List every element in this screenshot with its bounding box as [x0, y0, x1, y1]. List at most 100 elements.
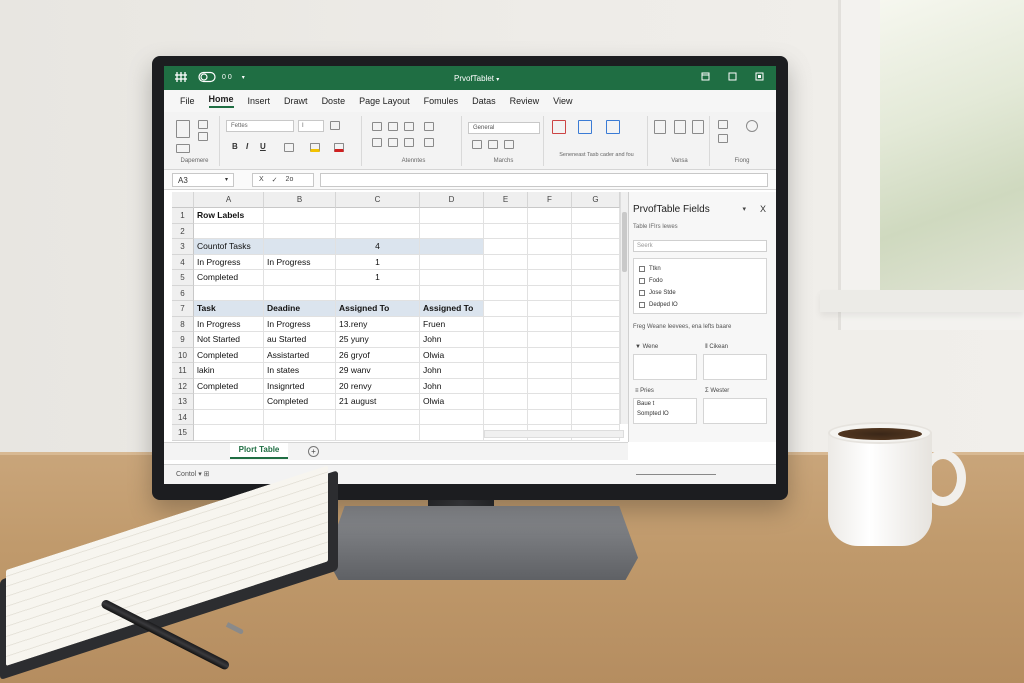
cell-f4[interactable] [528, 254, 572, 270]
select-all-corner[interactable] [172, 192, 194, 208]
row-header[interactable]: 1 [172, 208, 194, 224]
cell-d14[interactable] [420, 409, 484, 425]
cell-b7[interactable]: Deadine [264, 301, 336, 317]
cell-e2[interactable] [484, 223, 528, 239]
field-item[interactable]: Jose Stde [639, 287, 761, 299]
pane-options-icon[interactable]: ▾ [742, 205, 746, 213]
paste-icon[interactable] [176, 120, 190, 138]
font-name-box[interactable]: Fettes [226, 120, 294, 132]
row-header[interactable]: 13 [172, 394, 194, 410]
row-header[interactable]: 14 [172, 409, 194, 425]
cell-g12[interactable] [572, 378, 620, 394]
cell-g4[interactable] [572, 254, 620, 270]
increase-font-icon[interactable] [330, 121, 340, 130]
underline-button[interactable]: U [260, 142, 266, 151]
cell-a1[interactable]: Row Labels [194, 208, 264, 224]
cell-c11[interactable]: 29 wanv [336, 363, 420, 379]
cell-d15[interactable] [420, 425, 484, 441]
title-dropdown-icon[interactable]: ▾ [496, 77, 499, 83]
cancel-formula-button[interactable]: X [259, 176, 264, 184]
field-checkbox[interactable] [639, 290, 645, 296]
sheet-tab-pivot-table[interactable]: Plort Table [230, 443, 288, 459]
vertical-scrollbar[interactable] [620, 192, 628, 424]
cell-d13[interactable]: Olwia [420, 394, 484, 410]
wrap-text-icon[interactable] [424, 122, 434, 131]
toggle-icon[interactable] [198, 71, 216, 83]
cell-g2[interactable] [572, 223, 620, 239]
cell-b14[interactable] [264, 409, 336, 425]
cell-a5[interactable]: Completed [194, 270, 264, 286]
cell-a4[interactable]: In Progress [194, 254, 264, 270]
insert-cells-icon[interactable] [654, 120, 666, 134]
formula-input[interactable] [320, 173, 768, 187]
pane-close-icon[interactable]: X [760, 204, 766, 214]
cell-g5[interactable] [572, 270, 620, 286]
column-header[interactable]: E [484, 192, 528, 208]
percent-icon[interactable] [488, 140, 498, 149]
cell-e9[interactable] [484, 332, 528, 348]
cell-d6[interactable] [420, 285, 484, 301]
name-box[interactable]: A3 ▾ [172, 173, 234, 187]
cell-b5[interactable] [264, 270, 336, 286]
autosum-icon[interactable] [718, 120, 728, 129]
font-size-box[interactable]: I [298, 120, 324, 132]
cell-g6[interactable] [572, 285, 620, 301]
cell-e6[interactable] [484, 285, 528, 301]
cell-e1[interactable] [484, 208, 528, 224]
cell-a14[interactable] [194, 409, 264, 425]
cell-g7[interactable] [572, 301, 620, 317]
column-header[interactable]: G [572, 192, 620, 208]
cell-c14[interactable] [336, 409, 420, 425]
cell-a9[interactable]: Not Started [194, 332, 264, 348]
filters-area[interactable] [633, 354, 697, 380]
cell-c7[interactable]: Assigned To [336, 301, 420, 317]
cell-b2[interactable] [264, 223, 336, 239]
align-left-icon[interactable] [372, 138, 382, 147]
cell-b15[interactable] [264, 425, 336, 441]
cell-e11[interactable] [484, 363, 528, 379]
cell-c4[interactable]: 1 [336, 254, 420, 270]
cell-d4[interactable] [420, 254, 484, 270]
cell-d1[interactable] [420, 208, 484, 224]
row-header[interactable]: 6 [172, 285, 194, 301]
cell-c3[interactable]: 4 [336, 239, 420, 255]
name-box-dropdown-icon[interactable]: ▾ [225, 176, 228, 183]
cell-d2[interactable] [420, 223, 484, 239]
field-checkbox[interactable] [639, 266, 645, 272]
cell-e7[interactable] [484, 301, 528, 317]
cell-b13[interactable]: Completed [264, 394, 336, 410]
cut-icon[interactable] [198, 120, 208, 129]
add-sheet-button[interactable]: + [308, 446, 319, 457]
cell-a2[interactable] [194, 223, 264, 239]
number-format-box[interactable]: General [468, 122, 540, 134]
row-header[interactable]: 12 [172, 378, 194, 394]
cell-a3[interactable]: Countof Tasks [194, 239, 264, 255]
field-item[interactable]: Ttkn [639, 263, 761, 275]
cell-g1[interactable] [572, 208, 620, 224]
field-checkbox[interactable] [639, 278, 645, 284]
cell-f13[interactable] [528, 394, 572, 410]
tab-file[interactable]: File [180, 96, 195, 106]
cell-c10[interactable]: 26 gryof [336, 347, 420, 363]
cell-f14[interactable] [528, 409, 572, 425]
copy-icon[interactable] [198, 132, 208, 141]
cell-d10[interactable]: Olwia [420, 347, 484, 363]
ribbon-display-icon[interactable] [701, 72, 710, 81]
cell-b12[interactable]: Insignrted [264, 378, 336, 394]
column-header[interactable]: C [336, 192, 420, 208]
cell-g10[interactable] [572, 347, 620, 363]
tab-design[interactable]: Doste [322, 96, 346, 106]
row-header[interactable]: 9 [172, 332, 194, 348]
fill-icon[interactable] [718, 134, 728, 143]
cell-c6[interactable] [336, 285, 420, 301]
worksheet-grid[interactable]: A B C D E F G 1 Row Labels 2 3 Countof Tasks 4 4 In Pr… [172, 192, 620, 442]
cell-f1[interactable] [528, 208, 572, 224]
align-right-icon[interactable] [404, 138, 414, 147]
cell-b9[interactable]: au Started [264, 332, 336, 348]
grid-app-icon[interactable] [174, 71, 188, 83]
column-header[interactable]: F [528, 192, 572, 208]
zoom-slider[interactable] [636, 474, 716, 475]
align-top-icon[interactable] [372, 122, 382, 131]
row-header[interactable]: 7 [172, 301, 194, 317]
values-area[interactable] [703, 398, 767, 424]
